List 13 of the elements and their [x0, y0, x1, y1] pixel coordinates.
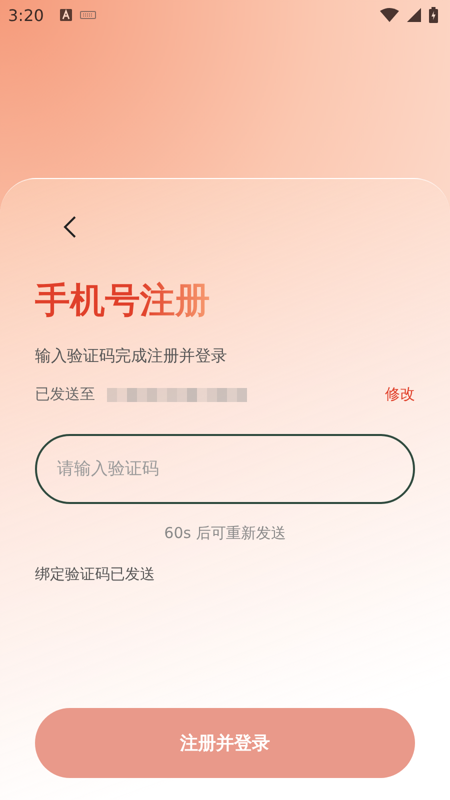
battery-icon [429, 7, 438, 23]
resend-countdown: 60s 后可重新发送 [163, 524, 287, 543]
code-input-field[interactable]: 请输入验证码 [35, 434, 415, 504]
subtitle: 输入验证码完成注册并登录 [35, 346, 228, 367]
signal-icon [407, 8, 421, 22]
status-time: 3:20 [8, 6, 44, 24]
keyboard-icon [80, 11, 96, 19]
edit-link[interactable]: 修改 [385, 385, 415, 404]
notice-text: 绑定验证码已发送 [35, 565, 156, 584]
wifi-icon [380, 8, 399, 22]
back-icon[interactable] [63, 215, 77, 239]
sent-to-label: 已发送至 [35, 385, 95, 404]
keyboard-a-icon [60, 9, 72, 21]
